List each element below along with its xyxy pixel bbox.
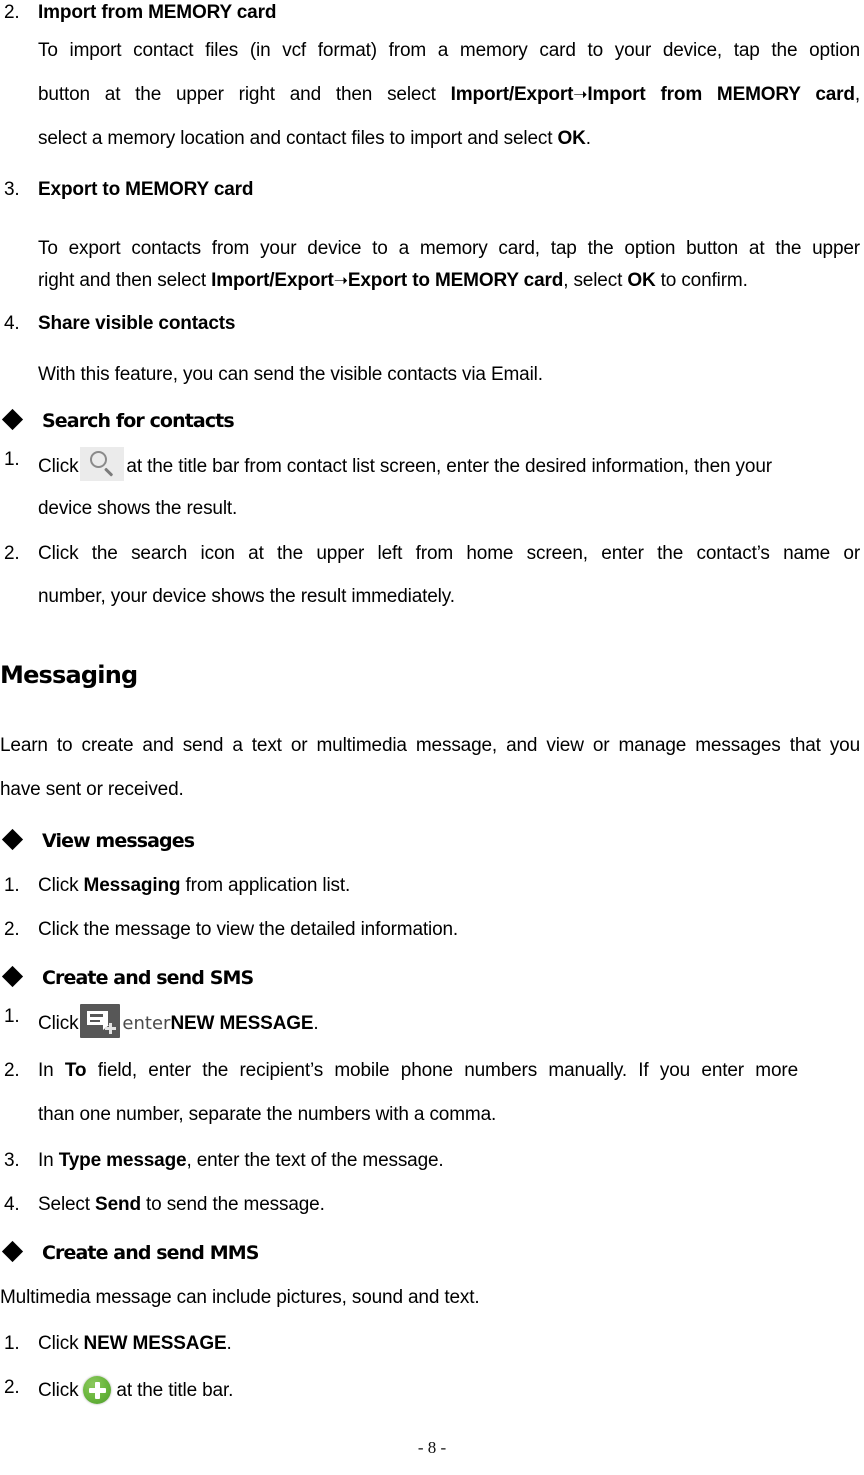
list-item-text: In Type message, enter the text of the m… xyxy=(38,1148,860,1174)
new-message-icon-line-1 xyxy=(90,1014,104,1017)
list-marker: 2. xyxy=(4,1060,20,1081)
text-run: , select xyxy=(563,270,628,291)
green-plus-icon[interactable] xyxy=(82,1375,112,1405)
new-message-icon[interactable] xyxy=(80,1004,121,1038)
list-marker: 2. xyxy=(4,1377,20,1398)
list-marker: 3. xyxy=(4,179,20,200)
list-item-text: Click the search icon at the upper left … xyxy=(38,543,860,564)
list-item-heading: Export to MEMORY card xyxy=(38,179,254,200)
paragraph-line: right and then select Import/Export➝Expo… xyxy=(38,268,860,294)
emphasis-new-message: NEW MESSAGE xyxy=(170,1013,314,1034)
bullet-heading-label: Search for contacts xyxy=(42,410,235,432)
bullet-heading-label: View messages xyxy=(42,830,195,852)
list-item-text: Click enterNEW MESSAGE. xyxy=(38,1004,860,1038)
list-marker: 2. xyxy=(4,543,20,564)
emphasis-import-export: Import/Export xyxy=(450,84,574,105)
list-item-text: Select Send to send the message. xyxy=(38,1192,860,1218)
text-run: at the title bar from contact list scree… xyxy=(126,456,772,477)
text-run: Click xyxy=(38,456,79,477)
emphasis-to: To xyxy=(64,1060,87,1081)
text-run: Click xyxy=(38,875,84,896)
list-marker: 1. xyxy=(4,1006,20,1027)
page-number: - 8 - xyxy=(417,1438,447,1457)
text-run: , enter the text of the message. xyxy=(186,1150,444,1171)
list-item-text: Click Messaging from application list. xyxy=(38,873,860,899)
diamond-bullet-icon xyxy=(1,1240,24,1263)
text-run: select a memory location and contact fil… xyxy=(38,128,558,149)
paragraph-line: Multimedia message can include pictures,… xyxy=(0,1287,480,1308)
arrow-right-hook-icon: ➝ xyxy=(573,85,588,105)
section-heading-messaging: Messaging xyxy=(0,661,138,689)
paragraph-line: Learn to create and send a text or multi… xyxy=(0,735,860,756)
list-marker: 1. xyxy=(4,875,20,896)
search-icon-lens xyxy=(90,451,108,468)
list-item-heading: Share visible contacts xyxy=(38,313,236,334)
emphasis-send: Send xyxy=(95,1194,141,1215)
text-run: field, enter the recipient’s mobile phon… xyxy=(86,1060,798,1081)
diamond-bullet-icon xyxy=(1,965,24,988)
list-marker: 1. xyxy=(4,449,20,470)
text-run: In xyxy=(38,1150,59,1171)
text-run: Click xyxy=(38,1380,79,1401)
emphasis-messaging: Messaging xyxy=(83,875,181,896)
paragraph-line: To import contact files (in vcf format) … xyxy=(38,40,860,61)
search-icon-handle xyxy=(104,467,114,477)
list-item-text: Click at the title bar. xyxy=(38,1375,860,1405)
text-run: In xyxy=(38,1060,65,1081)
list-marker: 2. xyxy=(4,919,20,940)
diamond-bullet-icon xyxy=(1,408,24,431)
text-run: Click xyxy=(38,1333,84,1354)
list-item-text: Click NEW MESSAGE. xyxy=(38,1331,860,1357)
arrow-right-hook-icon: ➝ xyxy=(333,271,348,291)
text-run: from application list. xyxy=(180,875,351,896)
text-run: to confirm. xyxy=(655,270,748,291)
text-run: Click xyxy=(38,1013,79,1034)
emphasis-export-to-memory-card: Export to MEMORY card xyxy=(347,270,564,291)
text-run: . xyxy=(226,1333,232,1354)
diamond-bullet-icon xyxy=(1,828,24,851)
bullet-heading-label: Create and send SMS xyxy=(42,967,254,989)
emphasis-type-message: Type message xyxy=(58,1150,187,1171)
paragraph-line: device shows the result. xyxy=(38,498,238,519)
emphasis-new-message: NEW MESSAGE xyxy=(83,1333,227,1354)
paragraph-line: have sent or received. xyxy=(0,779,184,800)
paragraph-line: than one number, separate the numbers wi… xyxy=(38,1104,497,1125)
list-marker: 1. xyxy=(4,1333,20,1354)
text-run: right and then select xyxy=(38,270,212,291)
emphasis-import-export: Import/Export xyxy=(211,270,334,291)
paragraph-line: button at the upper right and then selec… xyxy=(38,82,860,108)
text-run: button at the upper right and then selec… xyxy=(38,84,451,105)
list-item-text: Click the message to view the detailed i… xyxy=(38,919,459,940)
emphasis-ok: OK xyxy=(627,270,656,291)
text-run: . xyxy=(313,1013,319,1034)
new-message-icon-plus-horizontal xyxy=(105,1027,117,1030)
text-run: . xyxy=(585,128,591,149)
green-plus-icon-horizontal xyxy=(88,1387,106,1393)
text-run-enter: enter xyxy=(122,1013,171,1034)
list-item-text: In To field, enter the recipient’s mobil… xyxy=(38,1058,798,1084)
text-run: Select xyxy=(38,1194,96,1215)
emphasis-ok: OK xyxy=(557,128,586,149)
list-marker: 4. xyxy=(4,1194,20,1215)
list-marker: 3. xyxy=(4,1150,20,1171)
list-marker: 2. xyxy=(4,2,20,23)
text-run: , xyxy=(854,84,860,105)
list-item-heading: Import from MEMORY card xyxy=(38,2,277,23)
document-page: 2. Import from MEMORY card To import con… xyxy=(0,0,864,1475)
list-marker: 4. xyxy=(4,313,20,334)
paragraph-line: To export contacts from your device to a… xyxy=(38,238,860,259)
paragraph-line: With this feature, you can send the visi… xyxy=(38,364,543,385)
text-run: at the title bar. xyxy=(116,1380,234,1401)
paragraph-line: number, your device shows the result imm… xyxy=(38,586,455,607)
emphasis-import-from-memory-card: Import from MEMORY card xyxy=(587,84,855,105)
search-icon[interactable] xyxy=(80,447,125,481)
new-message-icon-line-2 xyxy=(90,1019,101,1023)
bullet-heading-label: Create and send MMS xyxy=(42,1242,259,1264)
list-item-text: Click at the title bar from contact list … xyxy=(38,447,860,481)
text-run: to send the message. xyxy=(140,1194,325,1215)
paragraph-line: select a memory location and contact fil… xyxy=(38,126,860,152)
